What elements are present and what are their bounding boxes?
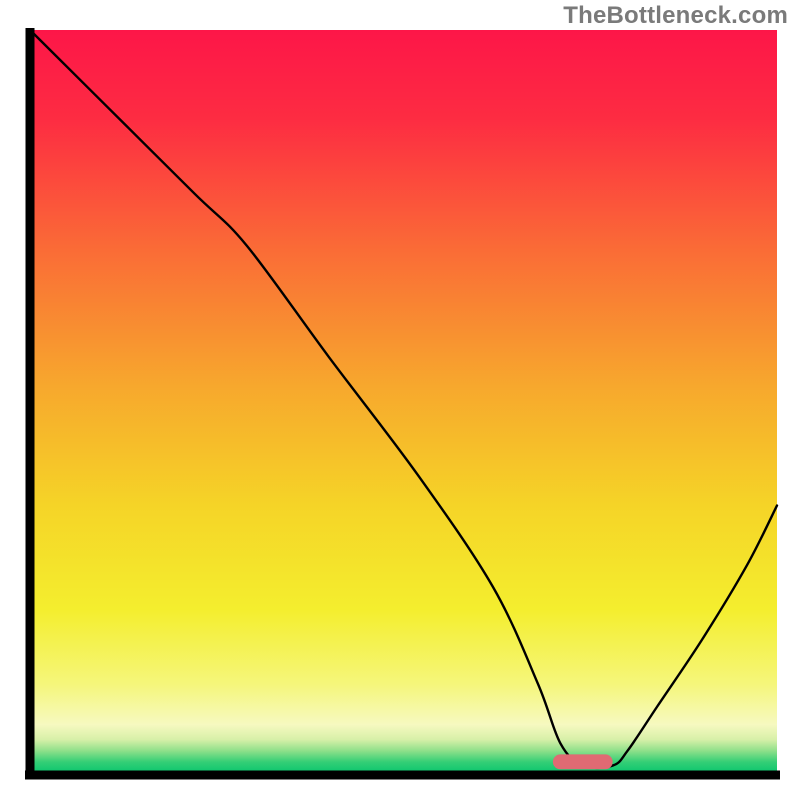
watermark-text: TheBottleneck.com — [563, 2, 788, 30]
chart-container: TheBottleneck.com — [0, 0, 800, 800]
optimal-marker — [553, 754, 613, 769]
chart-svg — [0, 0, 800, 800]
